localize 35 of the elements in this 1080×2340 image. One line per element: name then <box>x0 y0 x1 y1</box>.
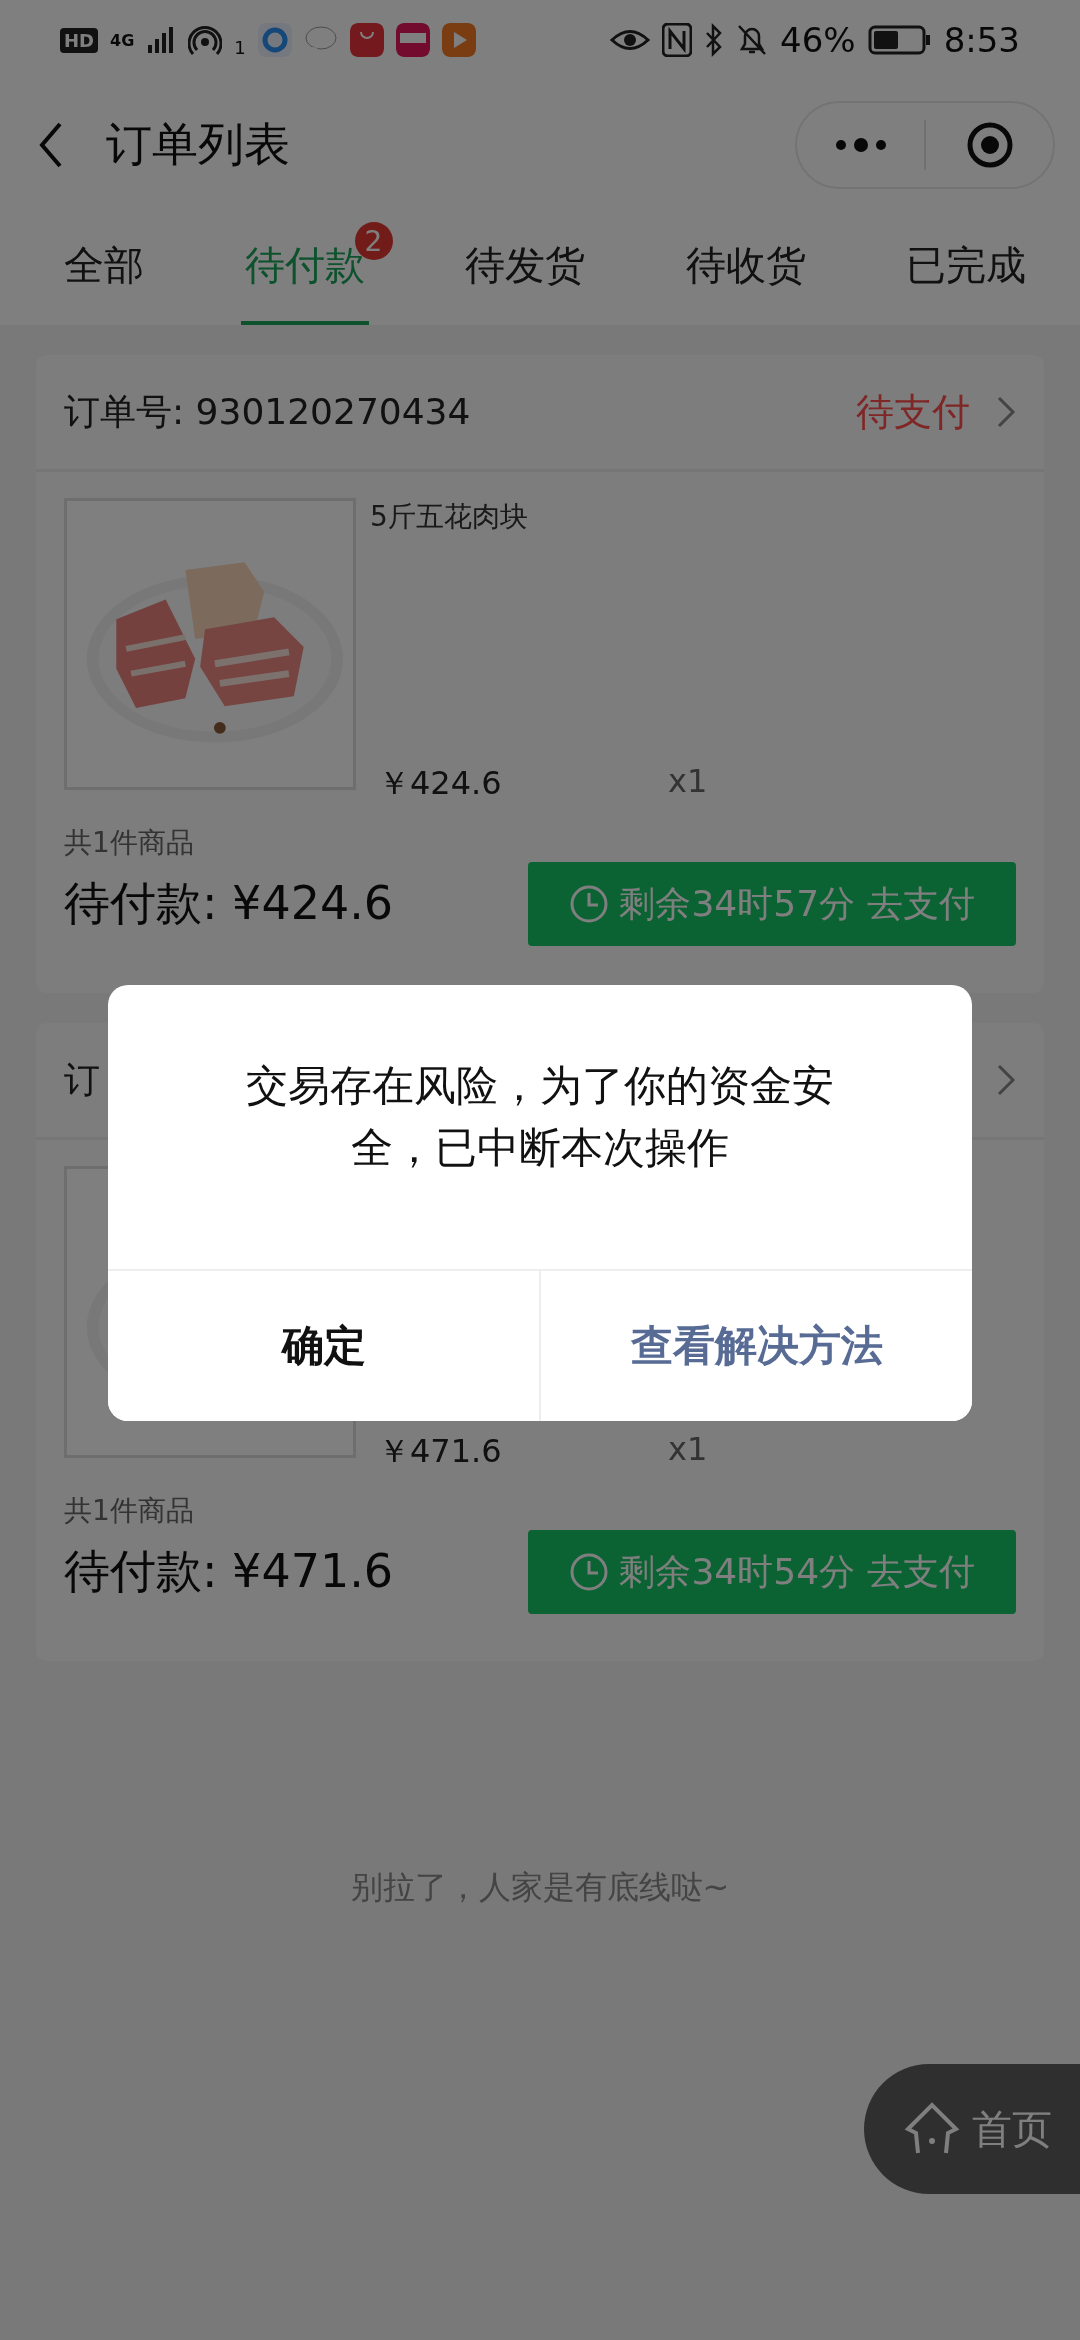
tab[interactable]: 待发货 <box>461 210 589 325</box>
home-button[interactable]: 首页 <box>864 2064 1080 2194</box>
video-app-icon <box>441 23 476 57</box>
order-status: 待支付 <box>856 388 970 436</box>
battery-icon <box>867 25 932 55</box>
amount-due: 待付款: ¥471.6 <box>64 1543 394 1600</box>
product-price: ￥424.6 <box>378 764 502 802</box>
clock-icon <box>569 1552 610 1592</box>
product-quantity: x1 <box>668 1430 708 1470</box>
battery-percent: 46% <box>780 20 856 60</box>
hotspot-icon <box>188 23 223 57</box>
solution-link-button[interactable]: 查看解决方法 <box>539 1271 972 1421</box>
tab[interactable]: 全部 <box>60 210 148 325</box>
store-app-icon <box>349 23 384 57</box>
order-number: 订单号: 930120270434 <box>64 389 471 434</box>
clock-time: 8:53 <box>943 20 1020 60</box>
order-number: 订 <box>64 1057 100 1102</box>
item-count: 共1件商品 <box>63 1493 195 1529</box>
hotspot-count: 1 <box>234 36 246 58</box>
shopping-app-icon <box>395 23 430 57</box>
muted-bell-icon <box>736 23 769 57</box>
nfc-icon <box>662 23 693 57</box>
hd-badge: HD <box>60 27 98 53</box>
item-count: 共1件商品 <box>63 825 195 861</box>
network-label: 4G <box>110 30 135 50</box>
product-price: ￥471.6 <box>378 1432 502 1470</box>
product-quantity: x1 <box>668 762 708 802</box>
amount-due: 待付款: ¥424.6 <box>64 875 394 932</box>
dialog-message: 交易存在风险，为了你的资金安全，已中断本次操作 <box>246 1061 834 1172</box>
clock-icon <box>569 884 610 924</box>
browser-app-icon <box>257 23 292 57</box>
product-name: 5斤五花肉块 <box>370 499 528 535</box>
page-title: 订单列表 <box>106 116 290 173</box>
tab[interactable]: 已完成 <box>902 210 1030 325</box>
tab[interactable]: 待收货 <box>681 210 810 325</box>
